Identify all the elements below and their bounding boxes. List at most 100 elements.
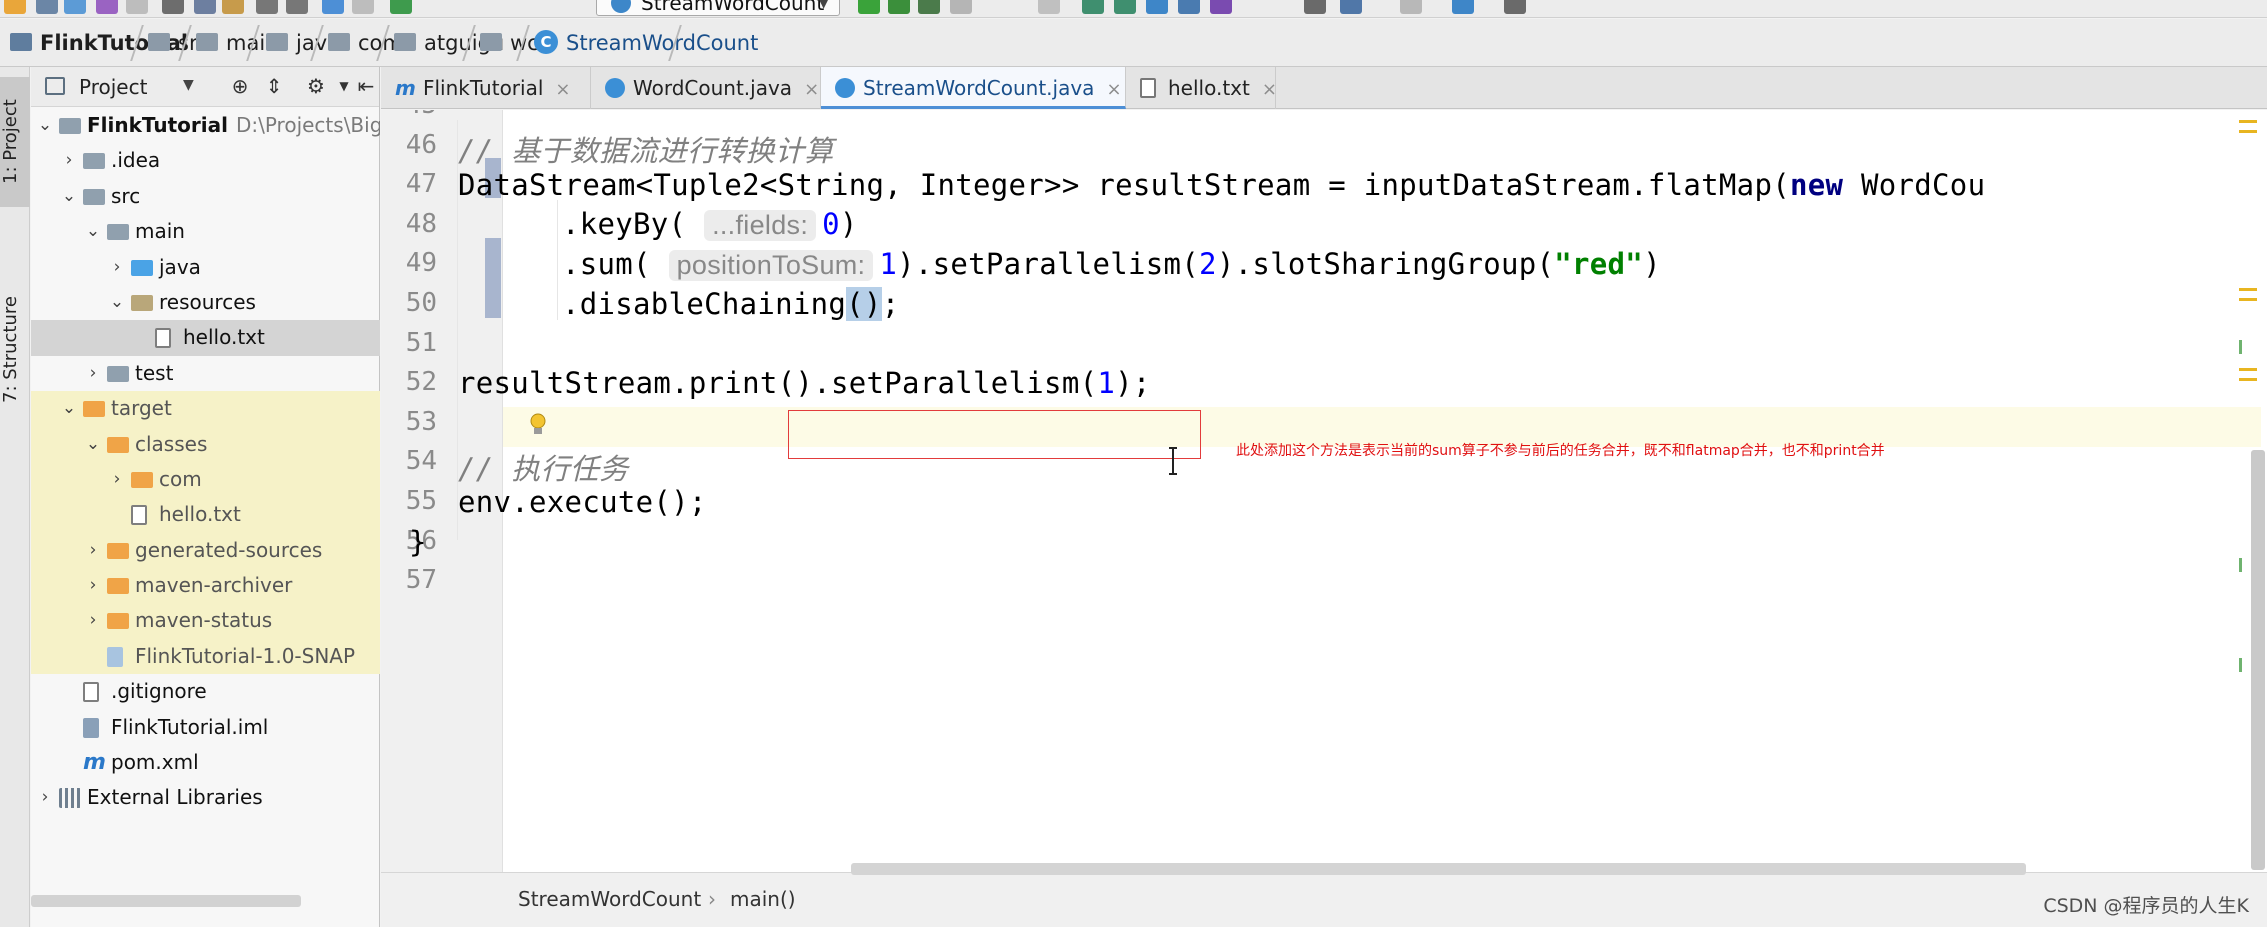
chevron-down-icon[interactable]: ⌄ (59, 179, 79, 214)
debug-icon[interactable] (888, 0, 910, 14)
change-marker[interactable] (2239, 658, 2242, 672)
chevron-down-icon[interactable]: ⌄ (59, 391, 79, 426)
breadcrumb-streamwordcount[interactable]: C StreamWordCount (534, 19, 758, 67)
breadcrumb-method[interactable]: main() (730, 887, 796, 911)
text-file-icon (1140, 78, 1156, 98)
tree-item-gitignore[interactable]: .gitignore (31, 674, 380, 709)
editor-tab-bar: m FlinkTutorial × WordCount.java × StreamW… (381, 67, 2267, 109)
cut-icon[interactable] (162, 0, 184, 14)
tree-item-pom-xml[interactable]: m pom.xml (31, 745, 380, 780)
tree-item-classes[interactable]: ⌄ classes (31, 426, 380, 462)
horizontal-scrollbar[interactable] (851, 863, 2026, 875)
run-icon[interactable] (858, 0, 880, 14)
chevron-right-icon[interactable]: › (83, 356, 103, 391)
tree-item-resources[interactable]: ⌄ resources (31, 285, 380, 320)
sync-icon[interactable] (64, 0, 86, 14)
help-icon[interactable] (1452, 0, 1474, 14)
tree-item-maven-archiver[interactable]: › maven-archiver (31, 568, 380, 604)
tree-item-maven-status[interactable]: › maven-status (31, 603, 380, 639)
build-icon[interactable] (390, 0, 412, 14)
change-marker[interactable] (2239, 340, 2242, 354)
tree-item-java[interactable]: › java (31, 250, 380, 285)
close-icon[interactable]: × (1262, 79, 1277, 100)
replace-icon[interactable] (286, 0, 308, 14)
locate-file-icon[interactable]: ⊕ (227, 73, 253, 99)
stop-icon[interactable] (950, 0, 972, 14)
chevron-down-icon[interactable]: ⌄ (107, 285, 127, 320)
settings-icon[interactable] (1304, 0, 1326, 14)
tab-flinktutorial[interactable]: m FlinkTutorial × (381, 67, 591, 109)
horizontal-scrollbar[interactable] (31, 895, 301, 907)
chevron-down-icon[interactable]: ⌄ (83, 214, 103, 249)
undo-icon[interactable] (96, 0, 118, 14)
tree-item-com[interactable]: › com (31, 461, 380, 498)
vcs-change-marker[interactable] (485, 238, 501, 318)
chevron-right-icon[interactable]: › (83, 533, 103, 568)
tree-item-generated-sources[interactable]: › generated-sources (31, 532, 380, 569)
open-folder-icon[interactable] (4, 0, 26, 14)
warning-marker[interactable] (2239, 378, 2257, 381)
find-icon[interactable] (256, 0, 278, 14)
copy-icon[interactable] (194, 0, 216, 14)
redo-icon[interactable] (126, 0, 148, 14)
rollback-icon[interactable] (1210, 0, 1232, 14)
warning-marker[interactable] (2239, 120, 2257, 123)
tab-streamwordcount-java[interactable]: StreamWordCount.java × (821, 67, 1126, 109)
back-icon[interactable] (322, 0, 344, 14)
plugin-icon[interactable] (1504, 0, 1526, 14)
close-icon[interactable]: × (804, 79, 819, 100)
chevron-down-icon[interactable]: ▼ (183, 77, 194, 93)
vcs-commit-icon[interactable] (1114, 0, 1136, 14)
chevron-down-icon[interactable]: ⌄ (83, 427, 103, 462)
tree-item-test[interactable]: › test (31, 356, 380, 391)
vertical-scrollbar[interactable] (2251, 450, 2265, 870)
tree-item-iml[interactable]: FlinkTutorial.iml (31, 710, 380, 745)
tree-item-main[interactable]: ⌄ main (31, 214, 380, 249)
project-panel-title[interactable]: Project (79, 75, 147, 99)
forward-icon[interactable] (352, 0, 374, 14)
chevron-right-icon[interactable]: › (35, 780, 55, 815)
warning-marker[interactable] (2239, 298, 2257, 301)
history-icon[interactable] (1178, 0, 1200, 14)
tree-item-hello-txt[interactable]: hello.txt (31, 320, 380, 356)
warning-marker[interactable] (2239, 368, 2257, 371)
project-structure-icon[interactable] (1340, 0, 1362, 14)
close-icon[interactable]: × (555, 79, 570, 100)
chevron-right-icon[interactable]: › (107, 250, 127, 285)
vcs-push-icon[interactable] (1146, 0, 1168, 14)
tree-item-external-libraries[interactable]: › External Libraries (31, 780, 380, 815)
warning-marker[interactable] (2239, 130, 2257, 133)
close-icon[interactable]: × (1106, 79, 1121, 100)
vcs-icon[interactable] (1038, 0, 1060, 14)
tree-item-jar[interactable]: FlinkTutorial-1.0-SNAP (31, 638, 380, 675)
chevron-right-icon[interactable]: › (83, 603, 103, 638)
tree-item-target[interactable]: ⌄ target (31, 391, 380, 427)
hide-panel-icon[interactable]: ⇤ (353, 73, 379, 99)
tree-item-idea[interactable]: › .idea (31, 143, 380, 178)
change-marker[interactable] (2239, 558, 2242, 572)
collapse-all-icon[interactable]: ⇕ (261, 73, 287, 99)
structure-tool-tab[interactable]: 7: Structure (0, 282, 30, 417)
chevron-down-icon[interactable]: ⌄ (35, 108, 55, 143)
chevron-right-icon[interactable]: › (59, 143, 79, 178)
lightbulb-icon[interactable] (529, 413, 547, 437)
tree-item-flinktutorial[interactable]: ⌄ FlinkTutorial D:\Projects\Big (31, 108, 380, 143)
project-tool-tab[interactable]: 1: Project (0, 77, 30, 207)
code-editor[interactable]: 45 46 47 48 49 50 51 52 53 54 55 56 57 #… (381, 110, 2267, 872)
chevron-right-icon[interactable]: › (107, 462, 127, 497)
save-icon[interactable] (36, 0, 58, 14)
sdk-icon[interactable] (1400, 0, 1422, 14)
tab-wordcount-java[interactable]: WordCount.java × (591, 67, 821, 109)
gear-icon[interactable]: ⚙ (303, 73, 329, 99)
breadcrumb-class[interactable]: StreamWordCount (518, 887, 701, 911)
tab-hello-txt[interactable]: hello.txt × (1126, 67, 1277, 109)
coverage-icon[interactable] (918, 0, 940, 14)
warning-marker[interactable] (2239, 288, 2257, 291)
run-configuration-select[interactable]: StreamWordCount ▼ (596, 0, 840, 16)
tree-item-hello-txt-target[interactable]: hello.txt (31, 497, 380, 533)
chevron-right-icon[interactable]: › (83, 568, 103, 603)
paste-icon[interactable] (222, 0, 244, 14)
line-number: 53 (405, 407, 437, 437)
tree-item-src[interactable]: ⌄ src (31, 179, 380, 214)
vcs-update-icon[interactable] (1082, 0, 1104, 14)
